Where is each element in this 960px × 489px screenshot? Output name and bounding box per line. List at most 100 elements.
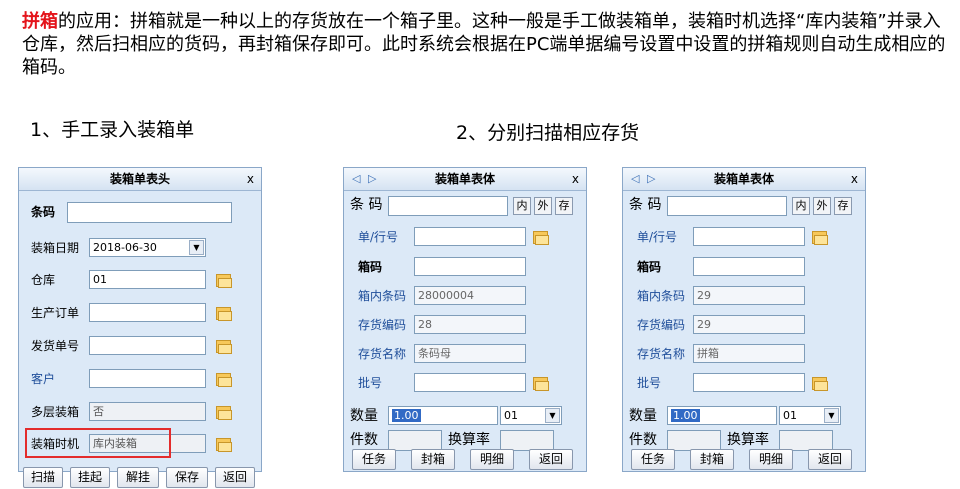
nav-prev-icon[interactable]: ◁: [631, 168, 639, 190]
unsuspend-button[interactable]: 解挂: [117, 467, 159, 488]
shipment-number-label: 发货单号: [31, 339, 80, 353]
seal-box-button[interactable]: 封箱: [411, 449, 455, 470]
line-number-input[interactable]: [693, 227, 805, 246]
batch-number-input[interactable]: [693, 373, 805, 392]
conversion-rate-input[interactable]: [779, 430, 833, 451]
box-code-input[interactable]: [414, 257, 526, 276]
seal-box-button[interactable]: 封箱: [690, 449, 734, 470]
folder-icon[interactable]: [811, 230, 828, 245]
pieces-input[interactable]: [388, 430, 442, 451]
chevron-down-icon[interactable]: ▼: [824, 408, 839, 423]
inner-tag-button[interactable]: 内: [513, 197, 531, 215]
return-button[interactable]: 返回: [529, 449, 573, 470]
box-code-input[interactable]: [693, 257, 805, 276]
intro-text: 的应用：拼箱就是一种以上的存货放在一个箱子里。这种一般是手工做装箱单，装箱时机选…: [22, 11, 946, 78]
nav-next-icon[interactable]: ▷: [368, 168, 376, 190]
window-titlebar: 装箱单表头 x: [19, 168, 261, 191]
folder-icon[interactable]: [532, 230, 549, 245]
conversion-rate-input[interactable]: [500, 430, 554, 451]
window-title: 装箱单表体: [713, 172, 774, 186]
inventory-code-input[interactable]: 28: [414, 315, 526, 334]
task-button[interactable]: 任务: [631, 449, 675, 470]
chevron-down-icon[interactable]: ▼: [189, 240, 204, 255]
date-dropdown[interactable]: 2018-06-30 ▼: [89, 238, 206, 257]
barcode-input[interactable]: [667, 196, 787, 216]
nav-prev-icon[interactable]: ◁: [352, 168, 360, 190]
outer-tag-button[interactable]: 外: [534, 197, 552, 215]
task-button[interactable]: 任务: [352, 449, 396, 470]
conversion-rate-label: 换算率: [727, 432, 769, 448]
folder-icon[interactable]: [215, 306, 232, 321]
close-icon[interactable]: x: [572, 168, 579, 190]
suspend-button[interactable]: 挂起: [70, 467, 110, 488]
scan-button[interactable]: 扫描: [23, 467, 63, 488]
window-titlebar: ◁ ▷ 装箱单表体 x: [344, 168, 586, 191]
detail-button[interactable]: 明细: [470, 449, 514, 470]
barcode-input[interactable]: [67, 202, 232, 223]
folder-icon[interactable]: [215, 339, 232, 354]
inventory-name-input[interactable]: 拼箱: [693, 344, 805, 363]
shipment-number-input[interactable]: [89, 336, 206, 355]
window-title: 装箱单表头: [109, 172, 170, 186]
intro-highlight: 拼箱: [22, 11, 58, 32]
customer-input[interactable]: [89, 369, 206, 388]
pieces-input[interactable]: [667, 430, 721, 451]
unit-value: 01: [783, 409, 797, 422]
inventory-code-label: 存货编码: [637, 318, 686, 332]
folder-icon[interactable]: [215, 405, 232, 420]
inventory-name-input[interactable]: 条码母: [414, 344, 526, 363]
unit-dropdown[interactable]: 01 ▼: [500, 406, 562, 425]
button-bar: 扫描 挂起 解挂 保存 返回: [19, 467, 261, 489]
inner-tag-button[interactable]: 内: [792, 197, 810, 215]
close-icon[interactable]: x: [247, 168, 254, 190]
inner-barcode-input[interactable]: 29: [693, 286, 805, 305]
batch-number-input[interactable]: [414, 373, 526, 392]
warehouse-label: 仓库: [31, 273, 56, 287]
multilayer-input[interactable]: 否: [89, 402, 206, 421]
return-button[interactable]: 返回: [808, 449, 852, 470]
detail-button[interactable]: 明细: [749, 449, 793, 470]
warehouse-input[interactable]: 01: [89, 270, 206, 289]
save-button[interactable]: 保存: [166, 467, 208, 488]
folder-icon[interactable]: [215, 437, 232, 452]
multilayer-label: 多层装箱: [31, 405, 80, 419]
quantity-input[interactable]: 1.00: [388, 406, 498, 425]
inventory-name-label: 存货名称: [637, 347, 686, 361]
button-bar: 任务 封箱 明细 返回: [344, 449, 586, 471]
barcode-label: 条 码: [629, 197, 662, 213]
inner-barcode-label: 箱内条码: [637, 289, 686, 303]
annotation-highlight-box: [25, 428, 171, 458]
folder-icon[interactable]: [811, 376, 828, 391]
return-button[interactable]: 返回: [215, 467, 255, 488]
window-title: 装箱单表体: [434, 172, 495, 186]
inner-barcode-input[interactable]: 28000004: [414, 286, 526, 305]
intro-paragraph: 拼箱的应用：拼箱就是一种以上的存货放在一个箱子里。这种一般是手工做装箱单，装箱时…: [22, 10, 947, 79]
stock-tag-button[interactable]: 存: [555, 197, 573, 215]
quantity-value: 1.00: [671, 409, 700, 422]
quantity-input[interactable]: 1.00: [667, 406, 777, 425]
barcode-input[interactable]: [388, 196, 508, 216]
box-code-label: 箱码: [358, 260, 383, 274]
line-number-input[interactable]: [414, 227, 526, 246]
step-2-caption: 2、分别扫描相应存货: [456, 122, 640, 144]
folder-icon[interactable]: [215, 273, 232, 288]
button-bar: 任务 封箱 明细 返回: [623, 449, 865, 471]
line-number-label: 单/行号: [358, 230, 399, 244]
unit-dropdown[interactable]: 01 ▼: [779, 406, 841, 425]
stock-tag-button[interactable]: 存: [834, 197, 852, 215]
inventory-code-input[interactable]: 29: [693, 315, 805, 334]
packing-body-window-2: ◁ ▷ 装箱单表体 x 条 码 内 外 存 单/行号 箱码 箱内条码 29 存货…: [622, 167, 866, 472]
outer-tag-button[interactable]: 外: [813, 197, 831, 215]
folder-icon[interactable]: [215, 372, 232, 387]
production-order-input[interactable]: [89, 303, 206, 322]
folder-icon[interactable]: [532, 376, 549, 391]
close-icon[interactable]: x: [851, 168, 858, 190]
packing-body-window-1: ◁ ▷ 装箱单表体 x 条 码 内 外 存 单/行号 箱码 箱内条码 28000…: [343, 167, 587, 472]
chevron-down-icon[interactable]: ▼: [545, 408, 560, 423]
conversion-rate-label: 换算率: [448, 432, 490, 448]
quantity-value: 1.00: [392, 409, 421, 422]
inventory-name-label: 存货名称: [358, 347, 407, 361]
production-order-label: 生产订单: [31, 306, 80, 320]
quantity-label: 数量: [350, 408, 378, 424]
nav-next-icon[interactable]: ▷: [647, 168, 655, 190]
